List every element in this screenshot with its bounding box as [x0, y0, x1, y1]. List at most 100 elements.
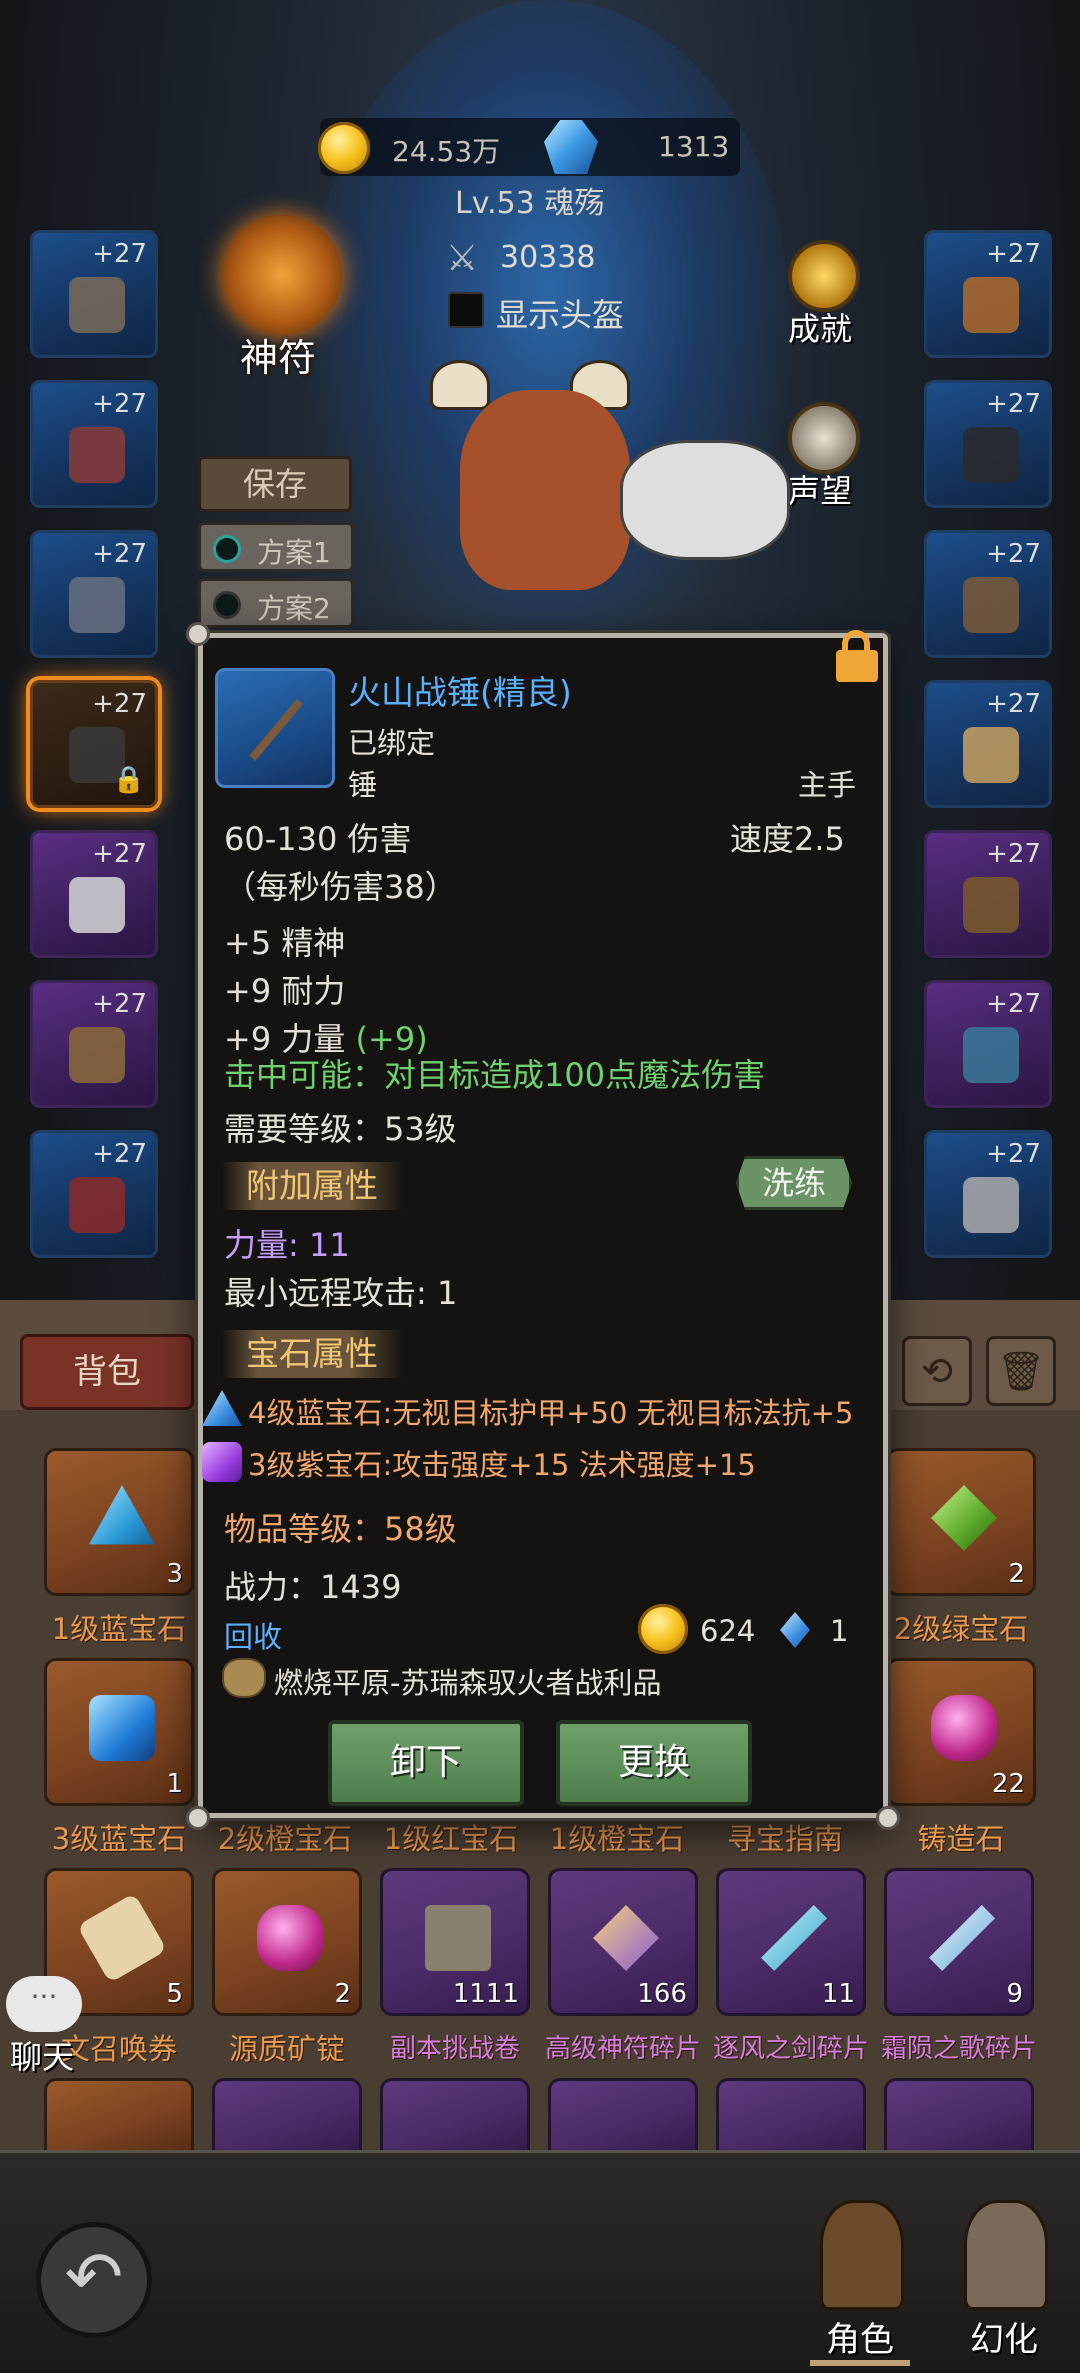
tab-character[interactable]: 角色 — [790, 2200, 930, 2370]
inventory-cell[interactable] — [884, 2078, 1034, 2150]
item-icon — [963, 727, 1019, 783]
tab-transmog[interactable]: 幻化 — [934, 2200, 1074, 2370]
back-button[interactable]: ↶ — [36, 2222, 152, 2338]
dps: （每秒伤害38） — [224, 868, 457, 906]
inventory-cell[interactable] — [716, 2078, 866, 2150]
radio-icon — [213, 535, 241, 563]
purple-gem-icon — [202, 1442, 242, 1482]
item-count: 166 — [637, 1979, 687, 2009]
chat-bubble-icon: ··· — [6, 1976, 82, 2032]
combat-power: 30338 — [500, 240, 596, 275]
banner-icon — [425, 1905, 491, 1971]
extra-attributes-header: 附加属性 — [222, 1162, 402, 1210]
chat-button[interactable]: ··· 聊天 — [6, 1976, 86, 2076]
extra-strength: 力量: 11 — [224, 1226, 350, 1264]
inventory-cell[interactable]: 1111 — [380, 1868, 530, 2016]
inventory-cell[interactable]: 11 — [716, 1868, 866, 2016]
show-helmet-label[interactable]: 显示头盔 — [496, 290, 624, 336]
green-gem-icon — [931, 1485, 997, 1551]
sword-icon — [761, 1905, 827, 1971]
inventory-cell[interactable]: 2 — [886, 1448, 1036, 1596]
equipment-slot[interactable]: +27 — [924, 980, 1052, 1108]
item-label: 1级橙宝石 — [549, 1822, 685, 1856]
item-icon — [69, 577, 125, 633]
item-count: 11 — [821, 1979, 855, 2009]
inventory-cell[interactable] — [380, 2078, 530, 2150]
inventory-cell[interactable] — [548, 2078, 698, 2150]
loot-bag-icon — [222, 1658, 266, 1698]
bag-tab[interactable]: 背包 — [20, 1334, 194, 1410]
inventory-cell[interactable]: 9 — [884, 1868, 1034, 2016]
star-icon — [788, 240, 860, 312]
equipment-slot[interactable]: +27 — [924, 1130, 1052, 1258]
enhance-level: +27 — [92, 539, 147, 569]
equipment-slot[interactable]: +27 — [30, 380, 158, 508]
item-label: 3级蓝宝石 — [51, 1822, 187, 1856]
refresh-icon: ⟲ — [921, 1349, 953, 1393]
enhance-level: +27 — [92, 239, 147, 269]
inventory-cell[interactable]: 3 — [44, 1448, 194, 1596]
equipment-slot[interactable]: +27 — [30, 1130, 158, 1258]
item-level: 物品等级：58级 — [224, 1510, 457, 1548]
item-label: 寻宝指南 — [726, 1822, 843, 1856]
unequip-button[interactable]: 卸下 — [328, 1720, 524, 1806]
gold-amount: 24.53万 — [392, 135, 501, 168]
item-icon — [963, 1027, 1019, 1083]
replace-button[interactable]: 更换 — [556, 1720, 752, 1806]
hero-character — [420, 340, 800, 640]
recycle-label: 回收 — [224, 1620, 283, 1654]
show-helmet-checkbox[interactable] — [448, 292, 484, 328]
item-count: 1111 — [452, 1979, 519, 2009]
equipment-slot[interactable]: +27 — [924, 230, 1052, 358]
chat-label: 聊天 — [10, 2038, 75, 2076]
equipment-slot[interactable]: +27 — [30, 230, 158, 358]
inventory-cell[interactable] — [44, 2078, 194, 2150]
hammer-icon — [249, 699, 303, 761]
achievements-button[interactable]: 成就 — [770, 240, 880, 350]
inventory-cell[interactable]: 2 — [212, 1868, 362, 2016]
lock-icon: 🔒 — [112, 765, 145, 795]
transmog-icon — [964, 2200, 1048, 2310]
equipment-slot[interactable]: +27 — [30, 530, 158, 658]
enhance-level: +27 — [92, 839, 147, 869]
item-icon — [69, 1177, 125, 1233]
equipment-slot[interactable]: +27 — [924, 380, 1052, 508]
lock-toggle[interactable] — [836, 630, 880, 682]
equipment-slot[interactable]: +27 — [30, 830, 158, 958]
tab-transmog-label: 幻化 — [970, 2320, 1038, 2360]
card-corner — [186, 1806, 210, 1830]
inventory-cell[interactable] — [212, 2078, 362, 2150]
plan-1-button[interactable]: 方案1 — [198, 522, 354, 572]
inventory-cell[interactable]: 1 — [44, 1658, 194, 1806]
horn-icon — [430, 360, 490, 410]
inventory-cell[interactable]: 22 — [886, 1658, 1036, 1806]
item-icon — [963, 577, 1019, 633]
item-label: 高级神符碎片 — [544, 2034, 701, 2064]
equipment-slot[interactable]: +27 — [924, 830, 1052, 958]
save-button[interactable]: 保存 — [198, 456, 352, 512]
item-count: 9 — [1006, 1979, 1023, 2009]
item-power: 战力：1439 — [224, 1568, 402, 1606]
enhance-level: +27 — [986, 1139, 1041, 1169]
blue-gem-icon — [89, 1485, 155, 1545]
on-hit-effect: 击中可能：对目标造成100点魔法伤害 — [224, 1056, 766, 1094]
equipment-slot-selected[interactable]: +27 🔒 — [30, 680, 158, 808]
equipment-slot[interactable]: +27 — [924, 530, 1052, 658]
inventory-cell[interactable]: 166 — [548, 1868, 698, 2016]
item-source: 燃烧平原-苏瑞森驭火者战利品 — [274, 1666, 662, 1700]
item-count: 3 — [166, 1559, 183, 1589]
equipment-slot[interactable]: +27 — [30, 980, 158, 1108]
rune-button[interactable]: 神符 — [212, 215, 352, 380]
item-icon — [963, 427, 1019, 483]
back-arrow-icon: ↶ — [64, 2236, 124, 2318]
sort-button[interactable]: ⟲ — [902, 1336, 972, 1406]
enhance-level: +27 — [92, 689, 147, 719]
character-helmet-icon — [820, 2200, 904, 2310]
plan-2-button[interactable]: 方案2 — [198, 578, 354, 628]
refine-button[interactable]: 洗练 — [736, 1156, 852, 1210]
diamond-amount: 1313 — [658, 130, 730, 163]
recycle-gold: 624 — [700, 1614, 756, 1648]
delete-button[interactable]: 🗑 — [986, 1336, 1056, 1406]
equipment-slot[interactable]: +27 — [924, 680, 1052, 808]
item-count: 2 — [334, 1979, 351, 2009]
